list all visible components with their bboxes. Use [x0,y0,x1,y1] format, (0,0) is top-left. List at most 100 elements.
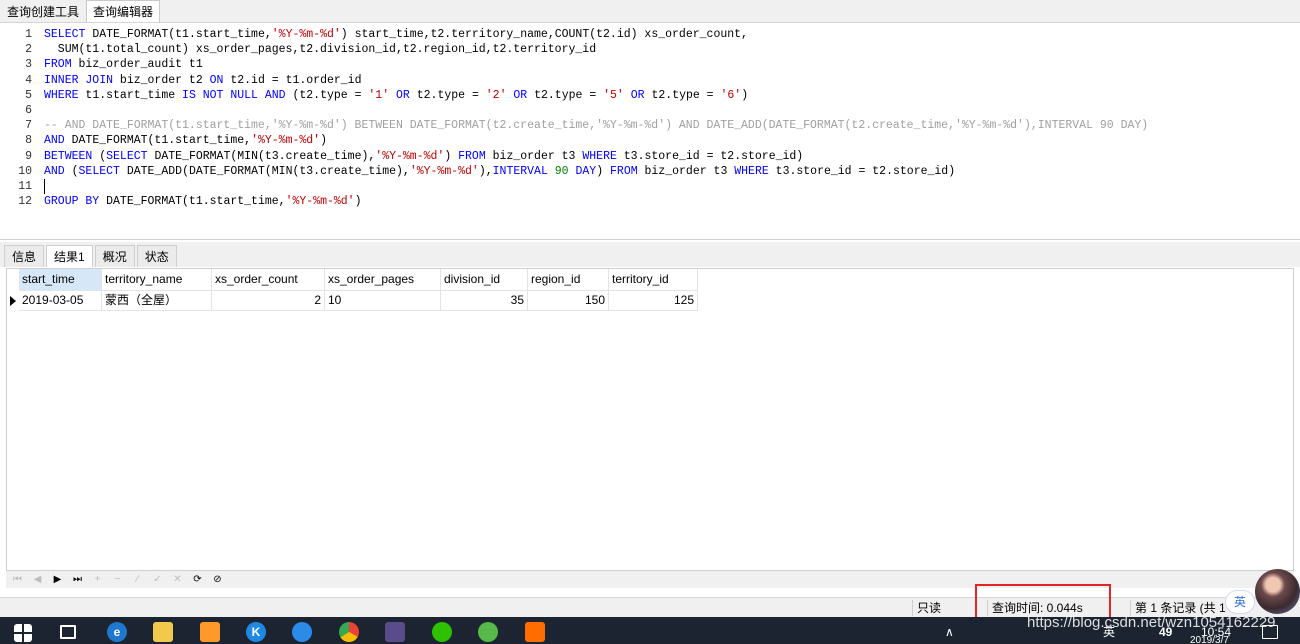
code-token: biz_order t2 [113,73,210,87]
discard-changes-icon[interactable]: ✕ [172,574,183,585]
code-token: SELECT [44,28,86,41]
tab-query-builder[interactable]: 查询创建工具 [0,0,86,22]
table-cell[interactable]: 2019-03-05 [19,291,102,311]
code-text: -- AND DATE_FORMAT(t1.start_time,'%Y-%m-… [44,118,1148,133]
code-token: WHERE [734,164,769,178]
kugou-music-icon[interactable]: K [246,622,266,642]
file-explorer-icon[interactable] [153,622,173,642]
line-number: 5 [25,88,32,102]
code-token: biz_order t3 [637,164,735,178]
code-text: SELECT DATE_FORMAT(t1.start_time,'%Y-%m-… [44,27,748,42]
tab-query-editor[interactable]: 查询编辑器 [86,0,161,22]
column-header-division-id[interactable]: division_id [441,269,528,291]
table-row[interactable]: 2019-03-05 蒙西（全屋） 2 10 35 150 125 [7,291,698,311]
code-text: SUM(t1.total_count) xs_order_pages,t2.di… [44,42,596,57]
windows-start-icon[interactable] [14,624,32,642]
edge-browser-icon[interactable]: e [107,622,127,642]
code-token: '%Y-%m-%d' [271,28,341,41]
editor-line[interactable]: 5 WHERE t1.start_time IS NOT NULL AND (t2… [0,88,1300,103]
table-cell[interactable]: 10 [325,291,441,311]
code-token: DATE_FORMAT(t1.start_time, [85,28,272,41]
chrome-icon[interactable] [339,622,359,642]
tab-profile[interactable]: 概况 [94,245,135,267]
table-cell[interactable]: 125 [609,291,698,311]
code-text: WHERE t1.start_time IS NOT NULL AND (t2.… [44,88,748,103]
code-token: '%Y-%m-%d' [375,149,445,163]
table-cell[interactable]: 2 [212,291,325,311]
app-orange-icon[interactable] [525,622,545,642]
code-token: ( [92,149,107,163]
top-tab-bar: 查询创建工具 查询编辑器 [0,0,1300,23]
task-view-icon[interactable] [60,625,76,639]
tab-result-1[interactable]: 结果1 [46,245,93,267]
sogou-browser-icon[interactable] [292,622,312,642]
editor-line[interactable]: 12 GROUP BY DATE_FORMAT(t1.start_time,'%Y… [0,194,1300,209]
code-token: ) [741,88,749,102]
code-token: ) [354,195,362,209]
editor-line[interactable]: 2 SUM(t1.total_count) xs_order_pages,t2.… [0,42,1300,57]
tray-chevron-icon[interactable]: ∧ [945,623,954,641]
edit-record-icon[interactable]: ∕ [132,574,143,585]
stop-icon[interactable]: ⊘ [212,574,223,585]
code-token: SELECT [106,149,148,163]
code-token: DATE_FORMAT(t1.start_time, [64,134,252,148]
last-record-icon[interactable]: ⏭ [72,574,83,585]
readonly-status: 只读 [912,600,976,616]
apply-changes-icon[interactable]: ✓ [152,574,163,585]
code-token: SELECT [78,164,120,178]
tab-info[interactable]: 信息 [4,245,45,267]
editor-line[interactable]: 4 INNER JOIN biz_order t2 ON t2.id = t1.o… [0,73,1300,88]
editor-line[interactable]: 11 [0,179,1300,194]
code-token: -- AND DATE_FORMAT(t1.start_time,'%Y-%m-… [44,119,1149,133]
wechat-icon[interactable] [432,622,452,642]
sql-editor[interactable]: 1 SELECT DATE_FORMAT(t1.start_time,'%Y-%m… [0,24,1300,240]
table-cell[interactable]: 35 [441,291,528,311]
code-token: '%Y-%m-%d' [285,195,355,209]
code-token: '5' [603,88,624,102]
code-token: OR [396,88,410,102]
column-header-xs-order-pages[interactable]: xs_order_pages [325,269,441,291]
previous-record-icon[interactable]: ◀ [32,574,43,585]
editor-line[interactable]: 8 AND DATE_FORMAT(t1.start_time,'%Y-%m-%d… [0,133,1300,148]
editor-line[interactable]: 6 [0,103,1300,118]
code-token: biz_order_audit t1 [71,58,203,72]
code-token: ), [478,164,493,178]
code-token: WHERE [44,88,79,102]
editor-line[interactable]: 7 -- AND DATE_FORMAT(t1.start_time,'%Y-%m… [0,118,1300,133]
result-grid[interactable]: start_time territory_name xs_order_count… [6,268,1294,571]
add-record-icon[interactable]: + [92,574,103,585]
code-token: DATE_ADD(DATE_FORMAT(MIN(t3.create_time)… [119,164,410,178]
tab-status[interactable]: 状态 [136,245,177,267]
line-number: 1 [25,28,32,41]
code-token: AND [44,134,65,148]
line-number: 10 [18,164,32,178]
code-token: ON [209,73,224,87]
column-header-start-time[interactable]: start_time [19,269,102,291]
table-cell[interactable]: 150 [528,291,609,311]
delete-record-icon[interactable]: − [112,574,123,585]
code-token: ) start_time,t2.territory_name,COUNT(t2.… [340,28,748,41]
code-token: t3.store_id = t2.store_id) [616,149,804,163]
line-number: 2 [25,43,32,57]
editor-line[interactable]: 1 SELECT DATE_FORMAT(t1.start_time,'%Y-%m… [0,27,1300,42]
column-header-xs-order-count[interactable]: xs_order_count [212,269,325,291]
sublime-text-icon[interactable] [200,622,220,642]
refresh-icon[interactable]: ⟳ [192,574,203,585]
editor-line[interactable]: 9 BETWEEN (SELECT DATE_FORMAT(MIN(t3.crea… [0,149,1300,164]
column-header-territory-id[interactable]: territory_id [609,269,698,291]
table-cell[interactable]: 蒙西（全屋） [102,291,212,311]
code-token: '%Y-%m-%d' [409,164,479,178]
editor-line[interactable]: 3 FROM biz_order_audit t1 [0,57,1300,72]
first-record-icon[interactable]: ⏮ [12,574,23,585]
database-tool-icon[interactable] [385,622,405,642]
app-green-icon[interactable] [478,622,498,642]
code-token: FROM [44,58,72,72]
column-header-territory-name[interactable]: territory_name [102,269,212,291]
ime-indicator[interactable]: 英 [1225,590,1255,614]
next-record-icon[interactable]: ▶ [52,574,63,585]
line-number: 4 [25,73,32,87]
code-token: WHERE [582,149,617,163]
column-header-region-id[interactable]: region_id [528,269,609,291]
editor-line[interactable]: 10 AND (SELECT DATE_ADD(DATE_FORMAT(MIN(t… [0,164,1300,179]
